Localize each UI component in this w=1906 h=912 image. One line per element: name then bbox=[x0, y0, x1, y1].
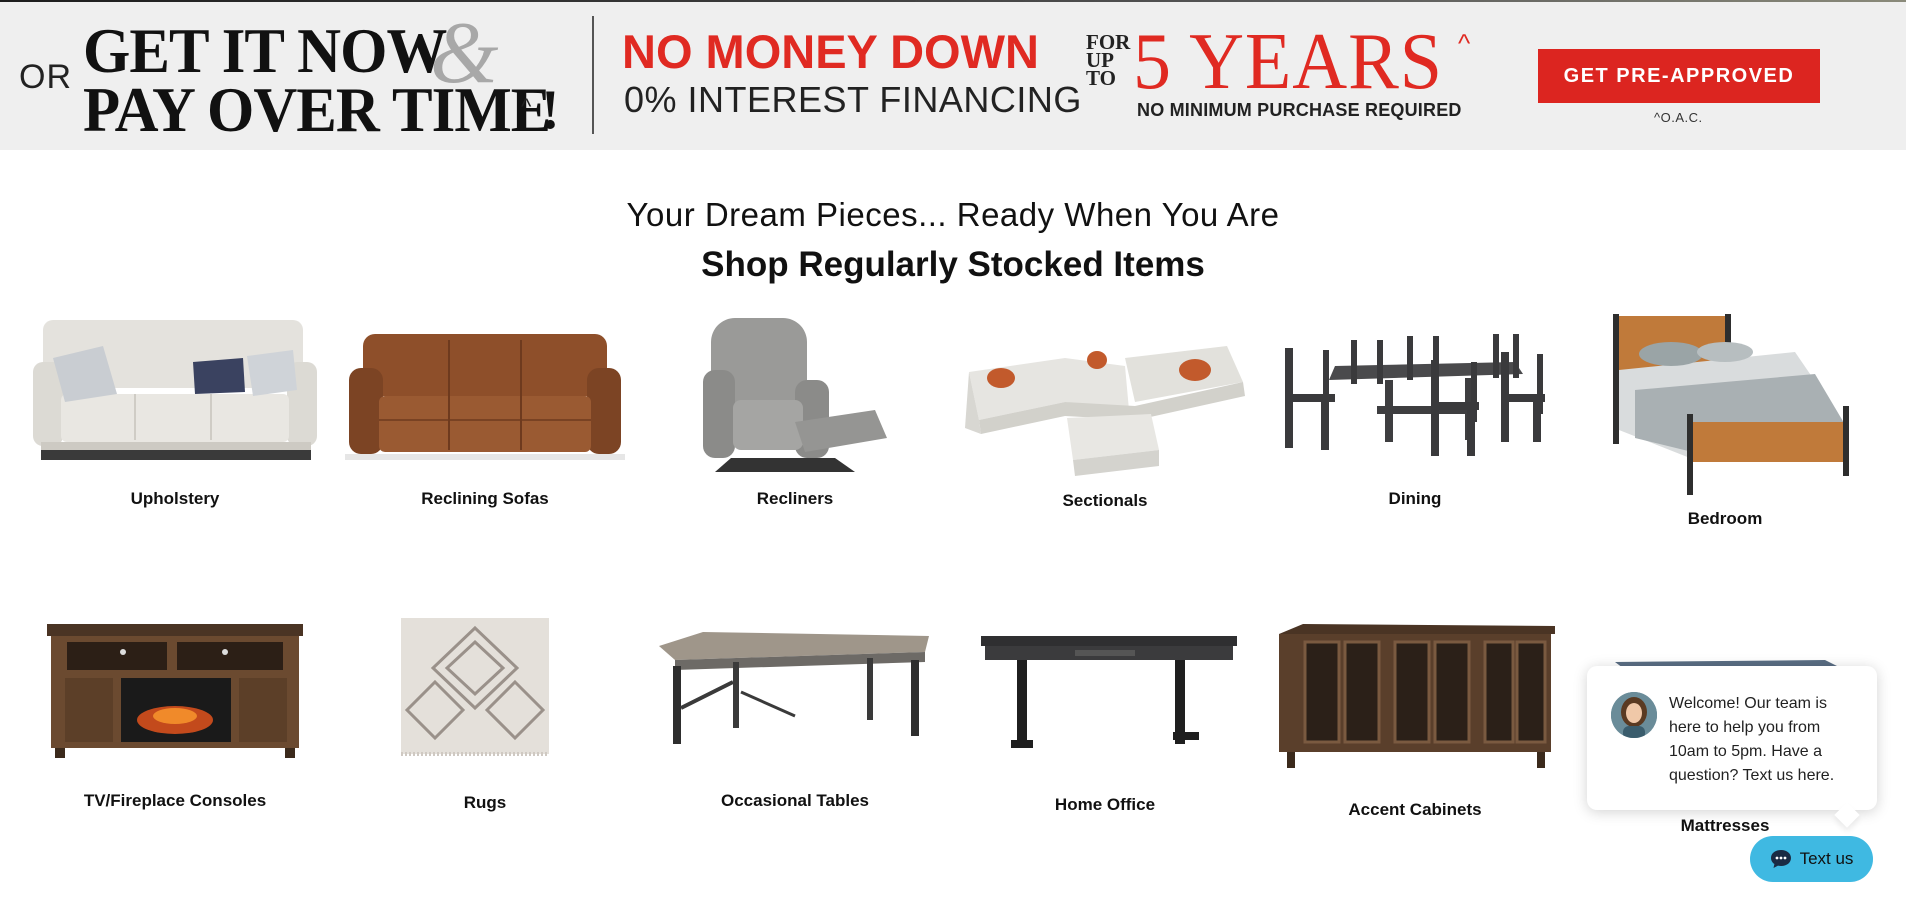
fireplace-console-image bbox=[47, 624, 303, 758]
interest-financing-text: 0% INTEREST FINANCING bbox=[624, 79, 1082, 120]
category-label: Rugs bbox=[463, 793, 507, 812]
cabinet-image bbox=[1279, 624, 1555, 768]
get-pre-approved-button[interactable]: GET PRE-APPROVED bbox=[1538, 49, 1820, 103]
desk-image bbox=[981, 636, 1237, 748]
category-sectionals[interactable]: Sectionals bbox=[955, 310, 1255, 510]
coffee-table-image bbox=[659, 632, 929, 744]
oac-note: ^O.A.C. bbox=[1654, 110, 1703, 125]
banner-exclamation: ! bbox=[541, 79, 560, 141]
section-subtitle: Your Dream Pieces... Ready When You Are bbox=[626, 196, 1280, 233]
banner-headline-line2: PAY OVER TIME bbox=[83, 74, 551, 145]
chat-agent-avatar bbox=[1611, 692, 1657, 738]
bed-image bbox=[1613, 314, 1849, 495]
to-text: TO bbox=[1086, 66, 1116, 90]
category-home-office[interactable]: Home Office bbox=[955, 612, 1255, 814]
category-label: Occasional Tables bbox=[720, 791, 870, 810]
dining-set-image bbox=[1285, 334, 1545, 456]
years-caret: ^ bbox=[1458, 28, 1471, 58]
banner-top-strip bbox=[0, 0, 1906, 2]
category-accent-cabinets[interactable]: Accent Cabinets bbox=[1265, 612, 1565, 822]
banner-or-text: OR bbox=[19, 58, 72, 96]
category-label: Mattresses bbox=[1680, 816, 1770, 835]
chat-bubble-icon bbox=[1770, 850, 1791, 868]
category-label: Upholstery bbox=[130, 489, 220, 508]
category-label: Dining bbox=[1388, 489, 1442, 508]
banner-caret: ^ bbox=[521, 94, 532, 119]
chat-welcome-bubble[interactable]: Welcome! Our team is here to help you fr… bbox=[1587, 666, 1877, 810]
five-years-text: 5 YEARS bbox=[1133, 18, 1443, 106]
category-occasional-tables[interactable]: Occasional Tables bbox=[645, 612, 945, 812]
no-minimum-purchase-text: NO MINIMUM PURCHASE REQUIRED bbox=[1137, 100, 1462, 120]
for-up-to-text: FOR UP TO bbox=[1086, 32, 1130, 90]
text-us-label: Text us bbox=[1799, 849, 1854, 868]
category-recliners[interactable]: Recliners bbox=[645, 310, 945, 510]
category-label: Home Office bbox=[1054, 795, 1156, 814]
category-upholstery[interactable]: Upholstery bbox=[25, 310, 325, 510]
category-rugs[interactable]: Rugs bbox=[335, 612, 635, 812]
category-label: Accent Cabinets bbox=[1348, 800, 1482, 819]
banner-divider bbox=[592, 16, 594, 134]
category-dining[interactable]: Dining bbox=[1265, 310, 1565, 510]
financing-banner: OR GET IT NOW & PAY OVER TIME ^ ! NO MON… bbox=[0, 0, 1906, 150]
no-money-down-text: NO MONEY DOWN bbox=[622, 25, 1039, 78]
category-tv-fireplace-consoles[interactable]: TV/Fireplace Consoles bbox=[25, 612, 325, 812]
category-label: Reclining Sofas bbox=[421, 489, 549, 508]
chat-welcome-text: Welcome! Our team is here to help you fr… bbox=[1669, 695, 1835, 784]
section-title: Shop Regularly Stocked Items bbox=[701, 245, 1205, 284]
category-reclining-sofas[interactable]: Reclining Sofas bbox=[335, 310, 635, 510]
category-label: Recliners bbox=[756, 489, 834, 508]
sofa-image bbox=[33, 320, 317, 460]
category-label: TV/Fireplace Consoles bbox=[83, 791, 267, 810]
recliner-image bbox=[703, 318, 887, 472]
text-us-button[interactable]: Text us bbox=[1750, 836, 1873, 882]
rug-image bbox=[401, 618, 549, 756]
category-label: Sectionals bbox=[1062, 491, 1148, 510]
category-bedroom[interactable]: Bedroom bbox=[1575, 310, 1875, 530]
reclining-sofa-image bbox=[345, 334, 625, 460]
sectional-image bbox=[965, 346, 1245, 476]
category-label: Bedroom bbox=[1687, 509, 1763, 528]
